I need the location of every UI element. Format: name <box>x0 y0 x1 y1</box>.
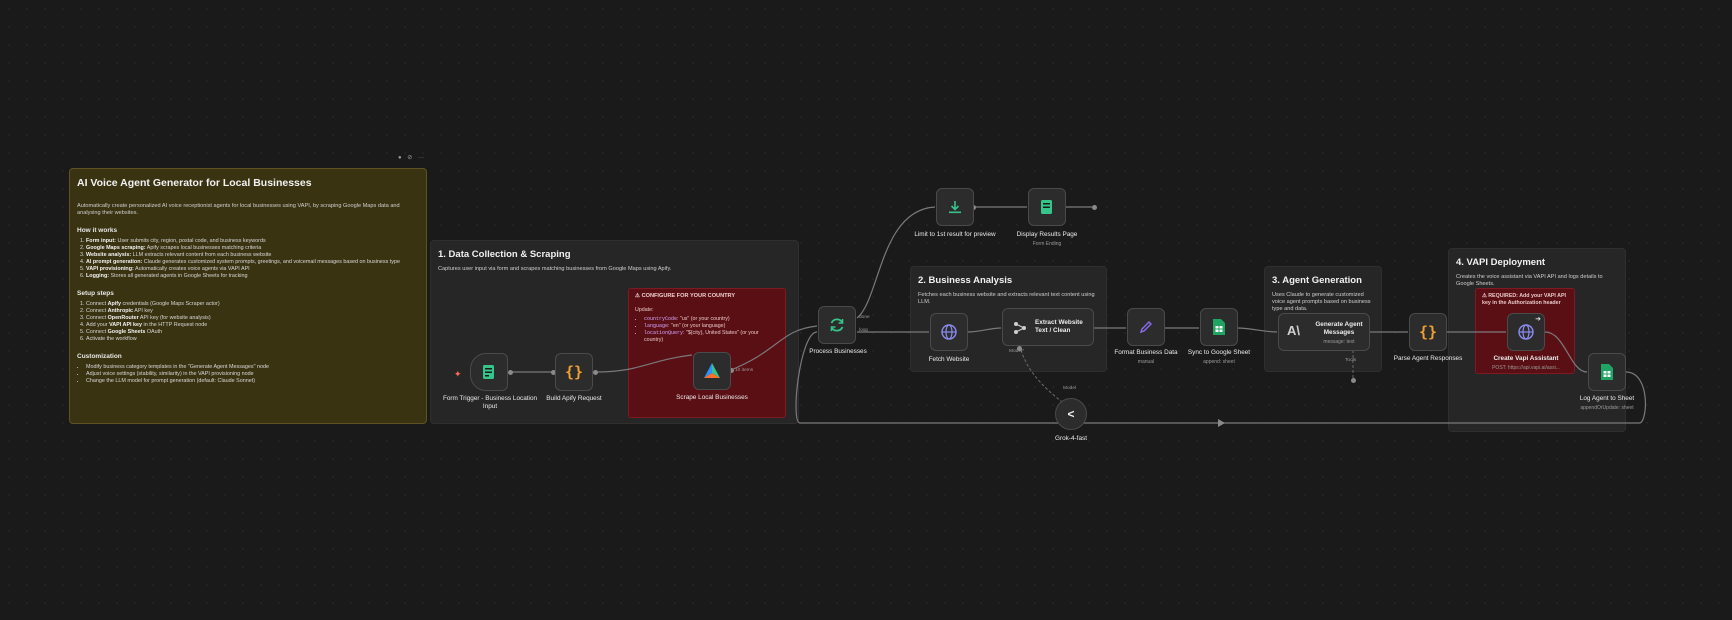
conn-fetch-extract <box>967 327 1002 333</box>
globe-icon <box>941 324 957 340</box>
google-sheets-icon <box>1601 364 1613 380</box>
label-extract: Extract Website Text / Clean <box>1035 319 1083 334</box>
node-scrape[interactable] <box>693 352 731 390</box>
limit-icon <box>949 201 961 214</box>
label-display: Display Results Page <box>1016 231 1078 238</box>
connections <box>511 206 1646 427</box>
label-log: Log Agent to Sheet <box>1579 395 1635 402</box>
process-loop-label: loop <box>859 328 869 333</box>
conn-build-scrape <box>595 354 693 373</box>
google-sheets-icon <box>1213 319 1225 335</box>
node-sync-sheet[interactable] <box>1200 308 1238 346</box>
label-sync: Sync to Google Sheet <box>1187 349 1251 356</box>
port[interactable] <box>508 370 513 375</box>
node-log-agent[interactable] <box>1588 353 1626 391</box>
loop-icon <box>830 318 844 332</box>
node-build-apify[interactable]: {} <box>555 353 593 391</box>
node-grok-model[interactable]: < <box>1055 398 1087 430</box>
port[interactable] <box>1092 205 1097 210</box>
generate-tools-label: Tools <box>1345 358 1357 363</box>
sub-create-vapi: POST: https://api.vapi.ai/assi... <box>1492 365 1560 371</box>
node-parse-responses[interactable]: {} <box>1409 313 1447 351</box>
code-braces-icon: {} <box>564 363 584 381</box>
anthropic-icon: A\ <box>1287 323 1300 338</box>
label-process: Process Businesses <box>809 348 867 355</box>
label-parse: Parse Agent Responses <box>1393 355 1463 362</box>
sub-sync: append: sheet <box>1203 359 1235 365</box>
form-icon <box>483 365 494 379</box>
grok-icon: < <box>1067 407 1075 421</box>
label-generate: Generate Agent Messages <box>1315 321 1363 336</box>
trigger-bolt-icon: ✦ <box>454 369 462 379</box>
label-fetch: Fetch Website <box>928 356 970 363</box>
scrape-items-count: 10 items <box>735 368 754 373</box>
node-extract-website[interactable]: Extract Website Text / Clean <box>1002 308 1094 346</box>
node-format-data[interactable] <box>1127 308 1165 346</box>
conn-sync-generate <box>1236 327 1278 333</box>
grok-model-label: Model <box>1063 386 1077 391</box>
port[interactable] <box>593 370 598 375</box>
sub-log: appendOrUpdate: sheet <box>1580 405 1634 411</box>
apify-icon <box>704 363 720 378</box>
node-process-businesses[interactable] <box>818 306 856 344</box>
port[interactable] <box>1351 378 1356 383</box>
sub-generate: message: text <box>1323 339 1355 345</box>
node-display-results[interactable] <box>1028 188 1066 226</box>
arrow-out-icon: ➜ <box>1535 316 1541 323</box>
node-generate-messages[interactable]: A\ Generate Agent Messages message: text <box>1278 313 1370 351</box>
sub-display: Form Ending <box>1032 241 1062 247</box>
process-done-label: done <box>859 315 870 320</box>
ai-agent-icon <box>1014 322 1026 334</box>
pencil-icon <box>1139 321 1152 334</box>
label-build-apify: Build Apify Request <box>546 395 602 402</box>
form-icon <box>1041 200 1052 214</box>
code-braces-icon: {} <box>1418 323 1438 341</box>
conn-process-limit <box>856 206 936 319</box>
label-create-vapi: Create Vapi Assistant <box>1493 355 1559 362</box>
node-limit[interactable] <box>936 188 974 226</box>
node-create-vapi[interactable]: ➜ <box>1507 313 1545 351</box>
loop-arrow <box>1218 419 1225 427</box>
node-form-trigger[interactable] <box>470 353 508 391</box>
globe-icon <box>1518 324 1534 340</box>
label-grok: Grok-4-fast <box>1055 435 1087 442</box>
label-scrape: Scrape Local Businesses <box>676 394 748 401</box>
node-fetch-website[interactable] <box>930 313 968 351</box>
extract-model-label: Model* <box>1009 349 1024 354</box>
